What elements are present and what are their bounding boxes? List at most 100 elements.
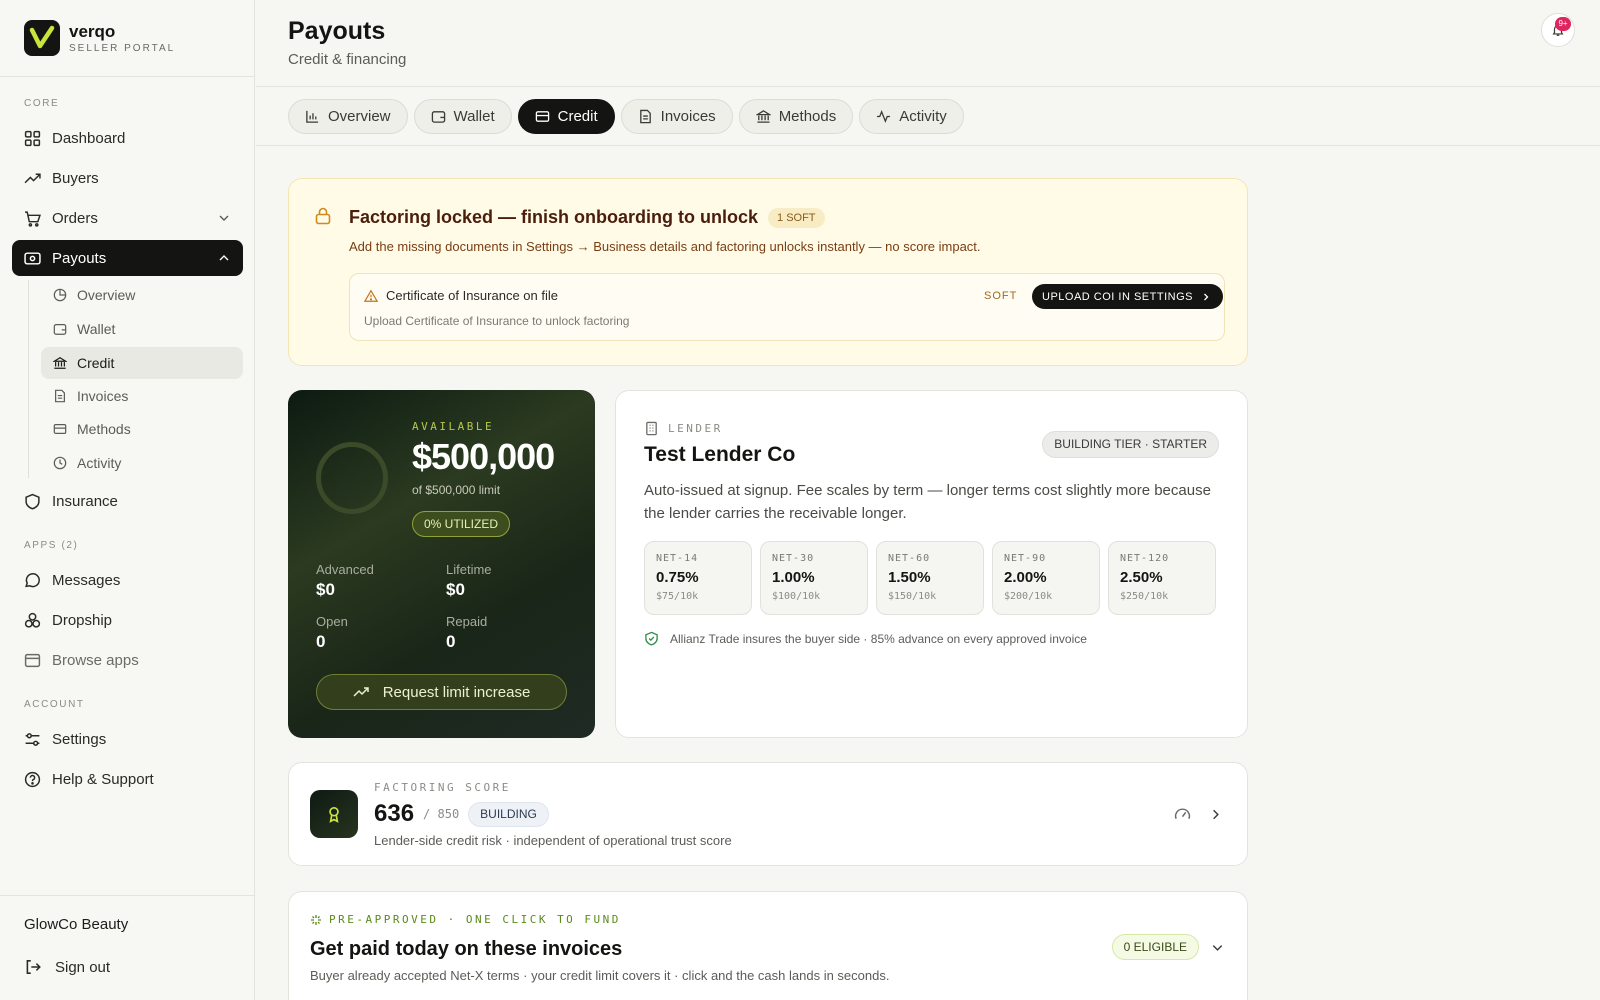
pie-icon — [53, 288, 67, 302]
pre-approved-label: PRE-APPROVED · ONE CLICK TO FUND — [310, 913, 621, 926]
sparkle-icon — [311, 914, 321, 925]
wallet-icon — [53, 324, 67, 335]
boxes-icon — [24, 612, 41, 628]
sidebar-item-dropship[interactable]: Dropship — [12, 602, 243, 638]
sidebar-sub-overview[interactable]: Overview — [41, 279, 243, 311]
sidebar-item-browse-apps[interactable]: Browse apps — [12, 642, 243, 678]
sidebar-sub-methods[interactable]: Methods — [41, 413, 243, 445]
sidebar-item-insurance[interactable]: Insurance — [12, 483, 243, 519]
sidebar-item-dashboard[interactable]: Dashboard — [12, 120, 243, 156]
term-name: NET-120 — [1120, 553, 1170, 564]
bank-icon — [755, 110, 771, 123]
pre-approved-card[interactable]: PRE-APPROVED · ONE CLICK TO FUND Get pai… — [288, 891, 1248, 1000]
sign-out-button[interactable]: Sign out — [24, 958, 110, 976]
warning-icon — [364, 289, 378, 302]
stat-value: $0 — [446, 580, 465, 599]
sidebar-sub-credit[interactable]: Credit — [41, 347, 243, 379]
term-rates: NET-14 0.75% $75/10k NET-30 1.00% $100/1… — [644, 541, 1216, 615]
tab-activity[interactable]: Activity — [859, 99, 964, 134]
upload-coi-button[interactable]: UPLOAD COI IN SETTINGS — [1032, 284, 1223, 309]
company-name: GlowCo Beauty — [24, 916, 129, 933]
page-title: Payouts — [288, 17, 386, 45]
request-limit-increase-button[interactable]: Request limit increase — [316, 674, 567, 710]
verqo-logo — [24, 20, 60, 56]
sliders-icon — [25, 732, 40, 746]
soft-count-badge: 1 SOFT — [768, 207, 825, 228]
notification-count-badge: 9+ — [1555, 17, 1571, 31]
utilization-badge: 0% UTILIZED — [412, 511, 511, 537]
tab-wallet[interactable]: Wallet — [413, 99, 512, 134]
term-cost: $200/10k — [1004, 591, 1053, 602]
building-icon — [646, 421, 657, 436]
term-rate: 2.50% — [1120, 569, 1163, 586]
payouts-icon — [24, 251, 41, 265]
stat-value: 0 — [446, 632, 456, 651]
sidebar-sub-activity[interactable]: Activity — [41, 447, 243, 479]
term-card: NET-30 1.00% $100/10k — [760, 541, 868, 615]
credit-limit: of $500,000 limit — [412, 483, 501, 497]
wallet-icon — [431, 111, 445, 123]
browser-icon — [24, 653, 41, 667]
brand[interactable]: verqo SELLER PORTAL — [24, 20, 175, 56]
stat-advanced: Advanced $0 — [316, 562, 436, 600]
chat-icon — [25, 572, 40, 587]
notifications-button[interactable]: 9+ — [1541, 13, 1575, 47]
sidebar-item-settings[interactable]: Settings — [12, 721, 243, 757]
sidebar-sub-label: Methods — [77, 421, 131, 437]
sidebar-item-payouts[interactable]: Payouts — [12, 240, 243, 276]
divider — [256, 145, 1600, 146]
term-name: NET-30 — [772, 553, 815, 564]
tab-credit[interactable]: Credit — [517, 99, 615, 134]
tab-label: Credit — [557, 108, 598, 125]
banner-title-text: Factoring locked — finish onboarding to … — [349, 207, 759, 227]
term-cost: $250/10k — [1120, 591, 1169, 602]
sidebar-item-label: Browse apps — [52, 651, 139, 669]
sidebar-item-label: Help & Support — [52, 770, 154, 788]
tab-label: Activity — [899, 108, 947, 125]
brand-name: verqo — [69, 22, 116, 41]
term-name: NET-90 — [1004, 553, 1047, 564]
sidebar-item-messages[interactable]: Messages — [12, 562, 243, 598]
stat-label: Lifetime — [446, 562, 492, 577]
term-card: NET-90 2.00% $200/10k — [992, 541, 1100, 615]
sidebar-item-buyers[interactable]: Buyers — [12, 160, 243, 196]
sidebar-item-help[interactable]: Help & Support — [12, 761, 243, 797]
tab-overview[interactable]: Overview — [288, 99, 408, 134]
available-label: AVAILABLE — [412, 420, 495, 433]
sidebar-item-orders[interactable]: Orders — [12, 200, 243, 236]
sidebar-sub-wallet[interactable]: Wallet — [41, 313, 243, 345]
section-label-account: ACCOUNT — [24, 699, 85, 710]
factoring-score-card[interactable]: FACTORING SCORE 636 / 850 BUILDING Lende… — [288, 762, 1248, 866]
divider — [0, 76, 254, 77]
available-credit-card: AVAILABLE $500,000 of $500,000 limit 0% … — [288, 390, 595, 738]
sidebar-item-label: Settings — [52, 730, 107, 748]
lender-description: Auto-issued at signup. Fee scales by ter… — [644, 482, 1211, 522]
sidebar-sub-label: Wallet — [77, 321, 116, 337]
sidebar-item-label: Dashboard — [52, 129, 126, 147]
stat-label: Repaid — [446, 614, 488, 629]
tab-invoices[interactable]: Invoices — [620, 99, 733, 134]
page-subtitle: Credit & financing — [288, 51, 407, 68]
term-card: NET-60 1.50% $150/10k — [876, 541, 984, 615]
tab-methods[interactable]: Methods — [738, 99, 854, 134]
term-rate: 2.00% — [1004, 569, 1047, 586]
term-rate: 1.00% — [772, 569, 815, 586]
term-rate: 1.50% — [888, 569, 931, 586]
sidebar-item-label: Payouts — [52, 249, 107, 267]
sidebar-item-label: Messages — [52, 571, 121, 589]
chevron-down-icon[interactable] — [1210, 940, 1225, 955]
term-card: NET-120 2.50% $250/10k — [1108, 541, 1216, 615]
bar-chart-icon — [306, 110, 319, 123]
term-name: NET-14 — [656, 553, 699, 564]
sign-out-label: Sign out — [55, 958, 111, 976]
requirement-title-text: Certificate of Insurance on file — [386, 288, 558, 303]
bank-icon — [53, 357, 67, 369]
sidebar-sub-invoices[interactable]: Invoices — [41, 380, 243, 412]
stat-lifetime: Lifetime $0 — [446, 562, 566, 600]
payouts-tabs: Overview Wallet Credit Invoices Methods … — [288, 99, 964, 134]
grid-icon — [24, 130, 41, 146]
score-value: 636 — [374, 800, 415, 827]
trend-icon — [24, 173, 41, 183]
sidebar: verqo SELLER PORTAL CORE Dashboard Buyer… — [0, 0, 255, 1000]
term-cost: $75/10k — [656, 591, 699, 602]
